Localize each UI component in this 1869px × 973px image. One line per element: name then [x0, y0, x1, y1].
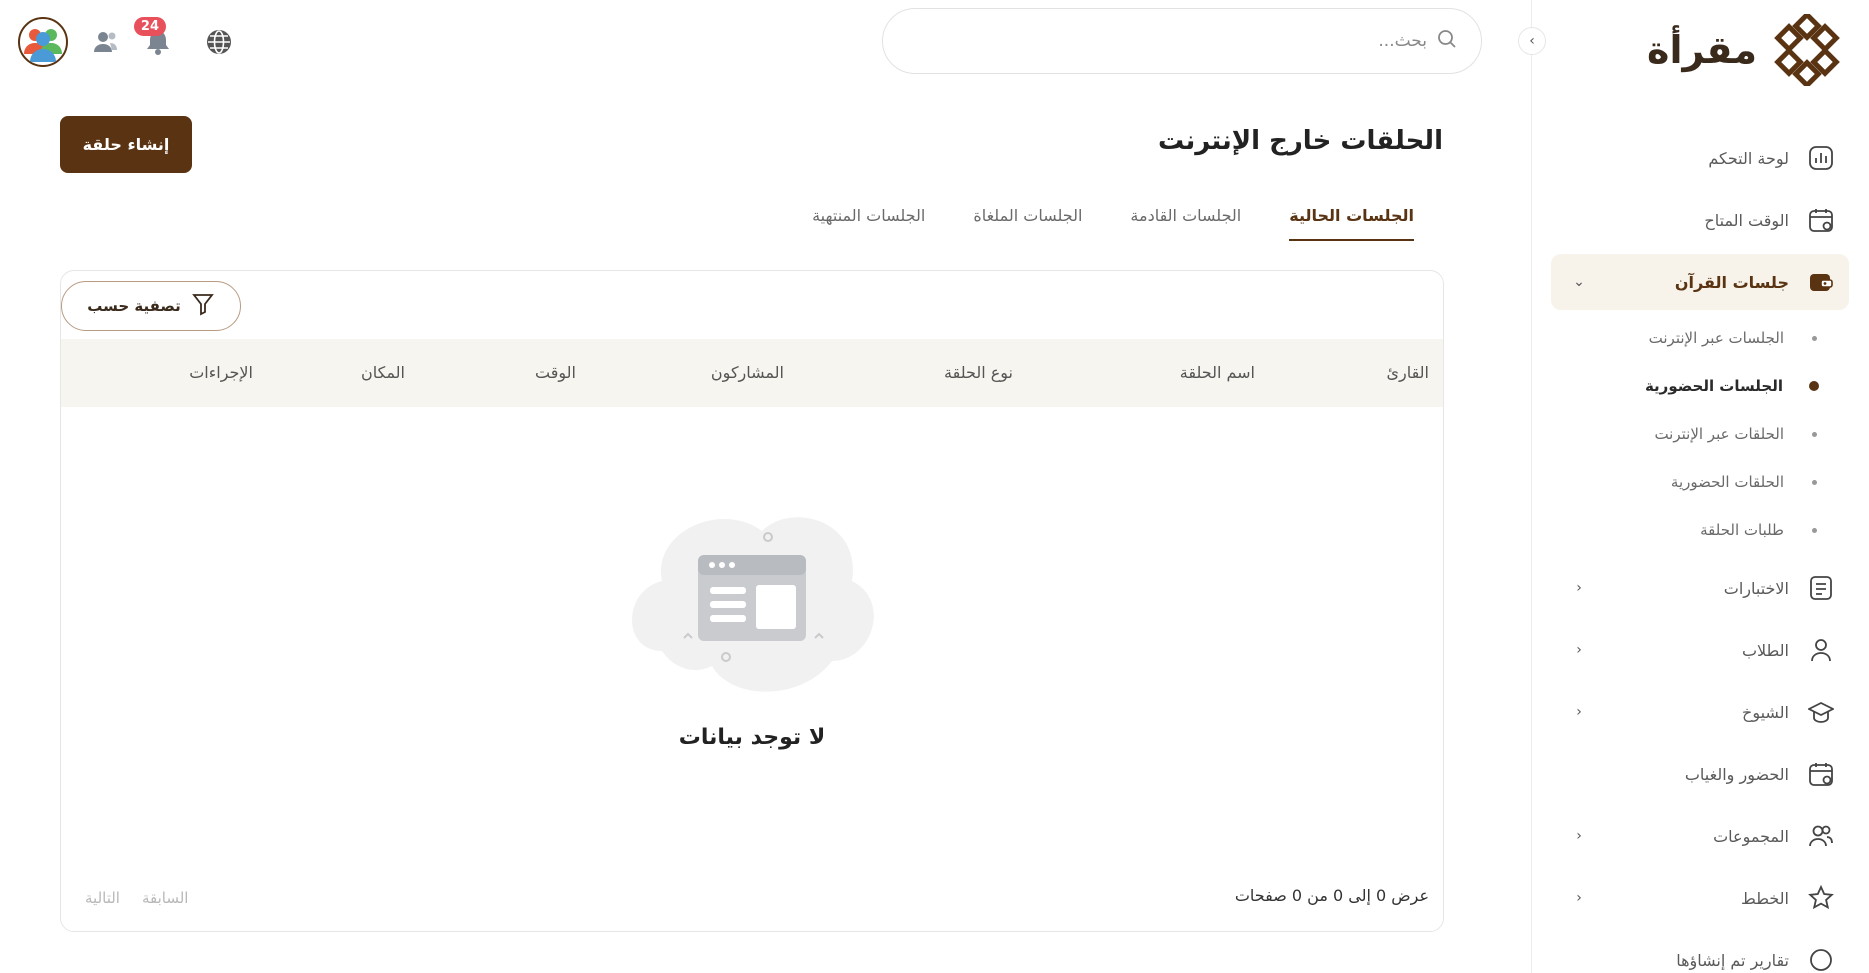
document-icon	[1807, 574, 1835, 602]
wallet-icon	[1807, 268, 1835, 296]
sidebar-item-quran-sessions[interactable]: جلسات القرآن ⌄	[1551, 254, 1849, 310]
filter-button[interactable]: تصفية حسب	[61, 281, 241, 331]
column-header-reciter: القارئ	[1386, 363, 1429, 382]
empty-state: لا توجد بيانات	[61, 501, 1443, 750]
sidebar-item-label: لوحة التحكم	[1708, 148, 1789, 168]
sidebar-item-sheikhs[interactable]: الشيوخ ‹	[1551, 684, 1849, 740]
sidebar-collapse-button[interactable]: ›	[1518, 27, 1546, 55]
graduation-cap-icon	[1807, 698, 1835, 726]
chevron-down-icon: ⌄	[1573, 274, 1585, 290]
tab-ended-sessions[interactable]: الجلسات المنتهية	[812, 206, 925, 241]
user-icon	[1807, 636, 1835, 664]
sidebar-subitem-online-circles[interactable]: الحلقات عبر الإنترنت	[1551, 410, 1849, 458]
users-icon	[94, 32, 117, 52]
column-header-circle-type: نوع الحلقة	[944, 363, 1013, 382]
calendar-icon	[1807, 206, 1835, 234]
globe-icon	[207, 30, 231, 54]
star-icon	[1807, 884, 1835, 912]
sidebar-item-groups[interactable]: المجموعات ‹	[1551, 808, 1849, 864]
brand-logo[interactable]: مقرأة	[1647, 14, 1843, 86]
search-input[interactable]	[907, 31, 1427, 51]
filter-label: تصفية حسب	[87, 297, 181, 315]
empty-state-illustration-icon	[632, 517, 874, 692]
sidebar-nav: لوحة التحكم الوقت المتاح جلسات القرآن ⌄ …	[1551, 130, 1849, 973]
sidebar-item-plans[interactable]: الخطط ‹	[1551, 870, 1849, 926]
sidebar-item-label: المجموعات	[1713, 826, 1789, 846]
avatar[interactable]	[18, 17, 68, 67]
column-header-actions: الإجراءات	[189, 363, 253, 382]
sidebar-subitem-label: الحلقات الحضورية	[1670, 473, 1784, 491]
sidebar-item-attendance[interactable]: الحضور والغياب	[1551, 746, 1849, 802]
notifications-button[interactable]: 24	[133, 17, 170, 55]
chevron-right-icon: ›	[1529, 33, 1535, 49]
sidebar-subitem-label: الجلسات الحضورية	[1644, 377, 1783, 395]
sidebar-subitem-in-person-sessions[interactable]: الجلسات الحضورية	[1551, 362, 1849, 410]
sidebar-item-label: الحضور والغياب	[1684, 764, 1789, 784]
sidebar-subitem-online-sessions[interactable]: الجلسات عبر الإنترنت	[1551, 314, 1849, 362]
sidebar-subitem-label: طلبات الحلقة	[1700, 521, 1784, 539]
create-circle-button[interactable]: إنشاء حلقة	[60, 116, 192, 173]
pagination-next-button[interactable]: التالية	[85, 889, 120, 907]
pagination-prev-button[interactable]: السابقة	[142, 889, 189, 907]
sidebar: مقرأة › لوحة التحكم الوقت المتاح جلسات ا…	[1518, 0, 1869, 973]
chevron-left-icon: ‹	[1576, 642, 1582, 658]
bullet-icon	[1812, 335, 1817, 341]
pagination-info: عرض 0 إلى 0 من 0 صفحات	[1234, 886, 1429, 905]
column-header-time: الوقت	[535, 363, 576, 382]
page-title: الحلقات خارج الإنترنت	[1157, 126, 1443, 156]
tab-cancelled-sessions[interactable]: الجلسات الملغاة	[973, 206, 1082, 241]
chevron-left-icon: ‹	[1576, 828, 1582, 844]
sidebar-item-dashboard[interactable]: لوحة التحكم	[1551, 130, 1849, 186]
chevron-left-icon: ‹	[1576, 704, 1582, 720]
bullet-icon	[1812, 431, 1817, 437]
sidebar-subitem-circle-requests[interactable]: طلبات الحلقة	[1551, 506, 1849, 554]
empty-state-text: لا توجد بيانات	[678, 725, 826, 750]
language-button[interactable]	[206, 29, 232, 55]
chevron-left-icon: ‹	[1576, 580, 1582, 596]
avatar-image-icon	[21, 20, 65, 64]
bullet-icon	[1812, 527, 1817, 533]
header-actions: 24	[18, 16, 232, 68]
sidebar-item-reports[interactable]: تقارير تم إنشاؤها	[1551, 932, 1849, 973]
report-icon	[1807, 946, 1835, 973]
sidebar-subnav: الجلسات عبر الإنترنت الجلسات الحضورية ال…	[1551, 314, 1849, 554]
sidebar-subitem-label: الحلقات عبر الإنترنت	[1654, 425, 1784, 443]
sidebar-item-label: جلسات القرآن	[1674, 272, 1789, 292]
notification-badge: 24	[133, 17, 166, 36]
pagination-controls: التالية السابقة	[85, 889, 188, 907]
search-bar[interactable]	[882, 8, 1482, 74]
brand-name: مقرأة	[1647, 28, 1757, 72]
sidebar-item-label: الشيوخ	[1741, 702, 1789, 722]
table-header: القارئ اسم الحلقة نوع الحلقة المشاركون ا…	[61, 339, 1443, 407]
column-header-location: المكان	[360, 363, 405, 382]
session-tabs: الجلسات الحالية الجلسات القادمة الجلسات …	[812, 206, 1414, 241]
bullet-icon	[1809, 381, 1819, 391]
sidebar-item-exams[interactable]: الاختبارات ‹	[1551, 560, 1849, 616]
dashboard-icon	[1807, 144, 1835, 172]
column-header-circle-name: اسم الحلقة	[1179, 363, 1255, 382]
filter-icon	[191, 292, 215, 320]
users-icon	[1807, 822, 1835, 850]
tab-upcoming-sessions[interactable]: الجلسات القادمة	[1130, 206, 1241, 241]
search-icon	[1437, 29, 1457, 53]
contacts-button[interactable]	[94, 31, 118, 53]
sidebar-item-label: الخطط	[1741, 888, 1789, 908]
logo-mark-icon	[1774, 14, 1840, 86]
calendar-check-icon	[1807, 760, 1835, 788]
bullet-icon	[1812, 479, 1817, 485]
column-header-participants: المشاركون	[710, 363, 784, 382]
sidebar-subitem-in-person-circles[interactable]: الحلقات الحضورية	[1551, 458, 1849, 506]
sidebar-item-available-time[interactable]: الوقت المتاح	[1551, 192, 1849, 248]
chevron-left-icon: ‹	[1576, 890, 1582, 906]
sidebar-item-label: تقارير تم إنشاؤها	[1676, 950, 1789, 970]
sidebar-subitem-label: الجلسات عبر الإنترنت	[1648, 329, 1784, 347]
sidebar-item-label: الطلاب	[1741, 640, 1789, 660]
tab-current-sessions[interactable]: الجلسات الحالية	[1289, 206, 1414, 241]
sidebar-item-label: الوقت المتاح	[1704, 210, 1789, 230]
sidebar-item-students[interactable]: الطلاب ‹	[1551, 622, 1849, 678]
sidebar-item-label: الاختبارات	[1723, 578, 1789, 598]
sessions-table-card: تصفية حسب القارئ اسم الحلقة نوع الحلقة ا…	[60, 270, 1444, 932]
